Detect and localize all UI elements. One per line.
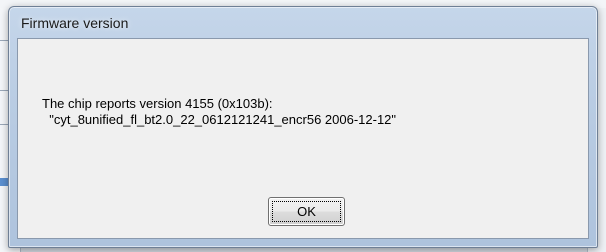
dialog-client-area: The chip reports version 4155 (0x103b): … [17,38,589,239]
firmware-version-dialog: Firmware version The chip reports versio… [8,6,598,248]
message-line-1: The chip reports version 4155 (0x103b): [42,96,273,111]
dialog-title: Firmware version [21,15,129,31]
ok-button-label: OK [297,204,316,219]
dialog-titlebar[interactable]: Firmware version [9,7,597,37]
message-line-2: "cyt_8unified_fl_bt2.0_22_0612121241_enc… [49,112,397,127]
dialog-message: The chip reports version 4155 (0x103b): … [42,96,396,128]
ok-button[interactable]: OK [268,197,345,226]
